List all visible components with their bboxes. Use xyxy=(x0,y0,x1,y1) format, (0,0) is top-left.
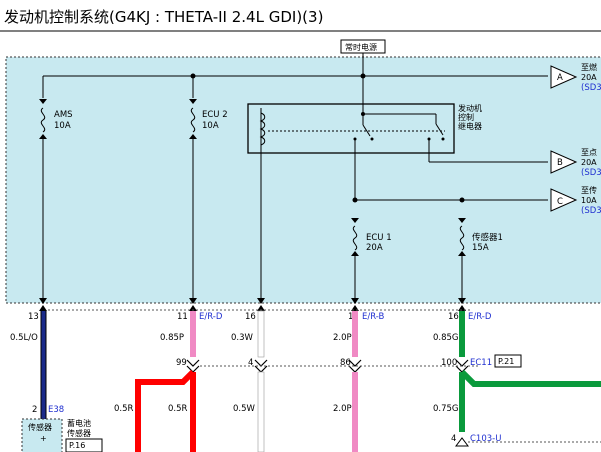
svg-text:(SD3: (SD3 xyxy=(581,83,601,93)
wire-pink-ecu1 xyxy=(352,311,358,357)
svg-text:至传: 至传 xyxy=(581,185,597,195)
page-ref: P.16 xyxy=(69,441,85,450)
wire-red-main xyxy=(190,372,196,452)
wire-pink-ecu2 xyxy=(190,311,196,357)
sensor-label: 传感器 xyxy=(28,422,52,432)
svg-text:A: A xyxy=(557,73,563,83)
connector-id: E/R-D xyxy=(199,312,223,322)
wire-code: 0.5L/O xyxy=(10,333,38,343)
pin-number: 4 xyxy=(248,358,253,368)
pin-number: 2 xyxy=(32,405,37,415)
svg-text:10A: 10A xyxy=(202,121,219,131)
pin-number: 16 xyxy=(448,312,459,322)
wire-code: 2.0P xyxy=(333,404,352,414)
page-ref: P.21 xyxy=(498,357,514,366)
svg-text:(SD3: (SD3 xyxy=(581,206,601,216)
wire-code: 0.5R xyxy=(168,404,188,414)
sensor-plus: + xyxy=(40,434,47,443)
svg-text:C: C xyxy=(557,197,563,207)
pin-number: 11 xyxy=(177,312,188,322)
wiring-diagram: 常时电源 A 至燃 20A (SD3 B 至点 20A (SD3 C 至传 10… xyxy=(0,30,601,452)
wire-pink-lower xyxy=(352,372,358,452)
wire-green-lower xyxy=(459,372,465,432)
svg-text:ECU 1: ECU 1 xyxy=(366,233,392,243)
svg-text:20A: 20A xyxy=(581,73,597,82)
wire-green-branch xyxy=(459,369,601,387)
svg-text:15A: 15A xyxy=(472,243,489,253)
pin-number: 99 xyxy=(176,358,187,368)
svg-text:发动机: 发动机 xyxy=(458,103,482,113)
wire-code: 0.5W xyxy=(233,404,256,414)
svg-text:10A: 10A xyxy=(581,196,597,205)
svg-text:20A: 20A xyxy=(366,243,383,253)
pin-number: 13 xyxy=(28,312,39,322)
pin-number: 100 xyxy=(441,358,457,368)
wire-code: 2.0P xyxy=(333,333,352,343)
svg-text:控制: 控制 xyxy=(458,112,474,122)
connector-id: E38 xyxy=(48,405,64,415)
wire-white-lower xyxy=(257,371,265,452)
connector-id: E/R-D xyxy=(468,312,492,322)
svg-text:至点: 至点 xyxy=(581,148,597,157)
svg-text:AMS: AMS xyxy=(54,110,73,120)
svg-text:20A: 20A xyxy=(581,158,597,167)
battery-sensor-label: 传感器 xyxy=(67,428,91,438)
wire-green xyxy=(459,311,465,357)
svg-text:至燃: 至燃 xyxy=(581,62,597,72)
svg-text:10A: 10A xyxy=(54,121,71,131)
schematic-page: 发动机控制系统(G4KJ : THETA-II 2.4L GDI)(3) 常时电… xyxy=(0,0,601,452)
wire-white xyxy=(257,310,265,358)
pin-number: 86 xyxy=(340,358,351,368)
wire-code: 0.5R xyxy=(114,404,134,414)
fuse-panel xyxy=(5,56,601,304)
connector-id: E/R-B xyxy=(362,312,385,322)
pin-number: 16 xyxy=(245,312,256,322)
wire-code: 0.85G xyxy=(433,333,459,343)
wire-code: 0.75G xyxy=(433,404,459,414)
svg-text:(SD3: (SD3 xyxy=(581,168,601,178)
svg-text:传感器1: 传感器1 xyxy=(472,232,503,243)
battery-sensor-label: 蓄电池 xyxy=(67,418,91,428)
svg-text:ECU 2: ECU 2 xyxy=(202,110,228,120)
svg-text:继电器: 继电器 xyxy=(458,121,482,131)
connector-id: EC11 xyxy=(470,358,492,368)
pin-number: 4 xyxy=(451,434,456,444)
power-label: 常时电源 xyxy=(345,42,377,52)
wire-code: 0.3W xyxy=(231,333,254,343)
svg-text:B: B xyxy=(557,158,563,168)
wire-code: 0.85P xyxy=(160,333,184,343)
wire-blue xyxy=(41,311,46,419)
